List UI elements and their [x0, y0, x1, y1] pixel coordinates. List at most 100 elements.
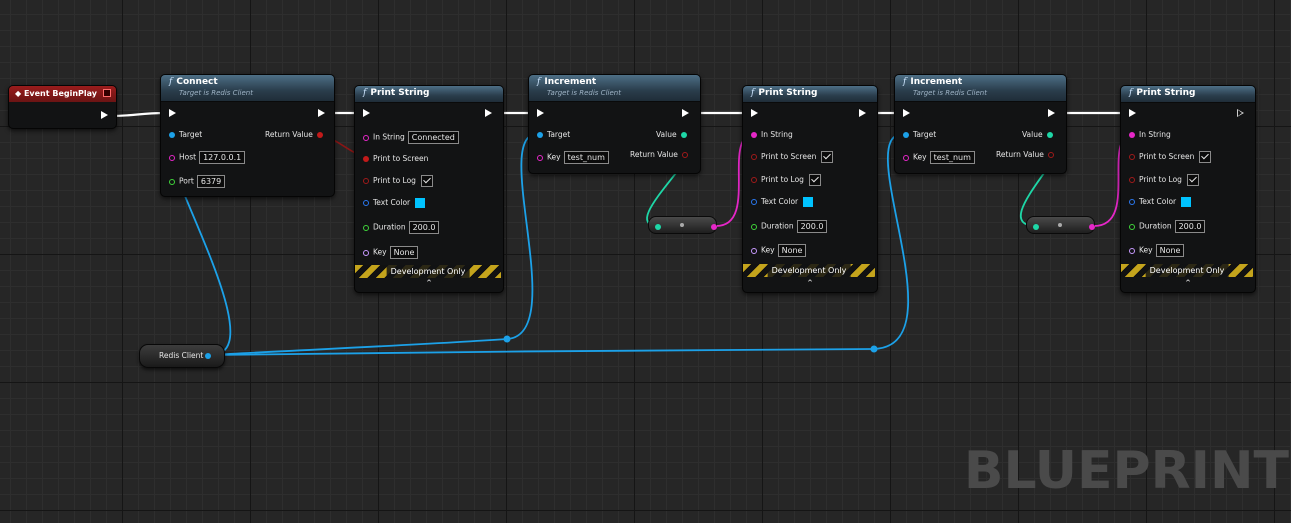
print-to-log-checkbox[interactable]: [1186, 174, 1199, 186]
exec-out-pin[interactable]: [101, 111, 108, 119]
print-string-node[interactable]: f Print String: [354, 85, 504, 293]
exec-out-pin[interactable]: [1048, 109, 1055, 117]
target-pin[interactable]: Target: [169, 130, 202, 139]
collapse-arrow-icon[interactable]: ⌃: [1184, 279, 1192, 289]
event-delegate-pin[interactable]: [103, 89, 111, 97]
print-to-screen-pin[interactable]: Print to Screen: [751, 151, 834, 163]
exec-out-pin[interactable]: [682, 109, 689, 117]
exec-in-pin[interactable]: [1129, 109, 1136, 117]
key-pin[interactable]: Key None: [363, 246, 419, 259]
return-value-pin[interactable]: Return Value: [996, 150, 1054, 159]
object-wire: [210, 338, 508, 356]
function-icon: f: [751, 88, 755, 98]
exec-out-pin[interactable]: [318, 109, 325, 117]
exec-out-pin[interactable]: [859, 109, 866, 117]
key-field[interactable]: test_num: [929, 151, 975, 164]
key-field[interactable]: None: [777, 244, 807, 257]
connect-header: f Connect Target is Redis Client: [161, 75, 334, 102]
key-pin[interactable]: Key test_num: [903, 151, 975, 164]
development-only-bar: Development Only: [355, 265, 501, 278]
port-pin[interactable]: Port 6379: [169, 175, 226, 188]
reroute-knot: [870, 345, 878, 353]
target-pin[interactable]: Target: [537, 130, 570, 139]
redis-client-out-pin[interactable]: [205, 351, 215, 360]
host-field[interactable]: 127.0.0.1: [199, 151, 246, 164]
function-icon: f: [537, 77, 541, 87]
value-pin[interactable]: Value: [656, 130, 687, 139]
redis-client-label: Redis Client: [159, 351, 204, 360]
print-to-log-pin[interactable]: Print to Log: [1129, 174, 1199, 186]
print-header: f Print String: [743, 86, 877, 103]
text-color-swatch[interactable]: [415, 198, 426, 208]
exec-in-pin[interactable]: [169, 109, 176, 117]
exec-out-pin[interactable]: [1237, 109, 1244, 117]
print-header: f Print String: [355, 86, 503, 103]
duration-pin[interactable]: Duration 200.0: [751, 220, 828, 233]
conversion-out-pin[interactable]: [711, 222, 721, 231]
event-header: ◆ Event BeginPlay: [9, 86, 116, 102]
text-color-pin[interactable]: Text Color: [751, 197, 814, 207]
key-field[interactable]: test_num: [563, 151, 609, 164]
object-wire: [210, 348, 875, 356]
value-pin[interactable]: Value: [1022, 130, 1053, 139]
duration-pin[interactable]: Duration 200.0: [363, 221, 440, 234]
exec-in-pin[interactable]: [751, 109, 758, 117]
function-icon: f: [903, 77, 907, 87]
port-field[interactable]: 6379: [196, 175, 226, 188]
conversion-in-pin[interactable]: [1033, 222, 1043, 231]
conversion-out-pin[interactable]: [1089, 222, 1099, 231]
development-only-bar: Development Only: [1121, 264, 1253, 277]
print-to-log-checkbox[interactable]: [808, 174, 821, 186]
increment-header: f Increment Target is Redis Client: [895, 75, 1066, 102]
host-pin[interactable]: Host 127.0.0.1: [169, 151, 246, 164]
print-to-screen-pin[interactable]: Print to Screen: [1129, 151, 1212, 163]
key-pin[interactable]: Key None: [751, 244, 807, 257]
text-color-pin[interactable]: Text Color: [363, 198, 426, 208]
print-to-log-pin[interactable]: Print to Log: [751, 174, 821, 186]
in-string-pin[interactable]: In String: [751, 130, 793, 139]
print-to-log-checkbox[interactable]: [420, 175, 433, 187]
exec-in-pin[interactable]: [903, 109, 910, 117]
key-field[interactable]: None: [1155, 244, 1185, 257]
target-pin[interactable]: Target: [903, 130, 936, 139]
in-string-pin[interactable]: In String Connected: [363, 131, 459, 144]
in-string-pin[interactable]: In String: [1129, 130, 1171, 139]
key-field[interactable]: None: [389, 246, 419, 259]
text-color-swatch[interactable]: [803, 197, 814, 207]
duration-field[interactable]: 200.0: [408, 221, 440, 234]
duration-field[interactable]: 200.0: [796, 220, 828, 233]
exec-wire: [109, 111, 166, 118]
print-header: f Print String: [1121, 86, 1255, 103]
event-beginplay-node[interactable]: ◆ Event BeginPlay: [8, 85, 117, 129]
key-pin[interactable]: Key None: [1129, 244, 1185, 257]
print-string-node[interactable]: f Print String: [1120, 85, 1256, 293]
duration-field[interactable]: 200.0: [1174, 220, 1206, 233]
function-icon: f: [1129, 88, 1133, 98]
exec-out-pin[interactable]: [485, 109, 492, 117]
blueprint-watermark: BLUEPRINT: [963, 441, 1289, 501]
in-string-field[interactable]: Connected: [407, 131, 459, 144]
return-value-pin[interactable]: Return Value: [265, 130, 323, 139]
collapse-arrow-icon[interactable]: ⌃: [425, 279, 433, 289]
increment-header: f Increment Target is Redis Client: [529, 75, 700, 102]
exec-in-pin[interactable]: [363, 109, 370, 117]
event-title: Event BeginPlay: [23, 89, 98, 98]
collapse-arrow-icon[interactable]: ⌃: [806, 279, 814, 289]
exec-in-pin[interactable]: [537, 109, 544, 117]
key-pin[interactable]: Key test_num: [537, 151, 609, 164]
duration-pin[interactable]: Duration 200.0: [1129, 220, 1206, 233]
development-only-bar: Development Only: [743, 264, 875, 277]
print-to-log-pin[interactable]: Print to Log: [363, 175, 433, 187]
text-color-pin[interactable]: Text Color: [1129, 197, 1192, 207]
connect-subtitle: Target is Redis Client: [179, 89, 253, 97]
return-value-pin[interactable]: Return Value: [630, 150, 688, 159]
connect-title: Connect: [176, 77, 218, 87]
conversion-in-pin[interactable]: [655, 222, 665, 231]
print-to-screen-checkbox[interactable]: [821, 151, 834, 163]
function-icon: f: [363, 88, 367, 98]
text-color-swatch[interactable]: [1181, 197, 1192, 207]
print-to-screen-pin[interactable]: Print to Screen: [363, 154, 428, 163]
print-to-screen-checkbox[interactable]: [1199, 151, 1212, 163]
print-string-node[interactable]: f Print String: [742, 85, 878, 293]
reroute-knot: [503, 335, 511, 343]
